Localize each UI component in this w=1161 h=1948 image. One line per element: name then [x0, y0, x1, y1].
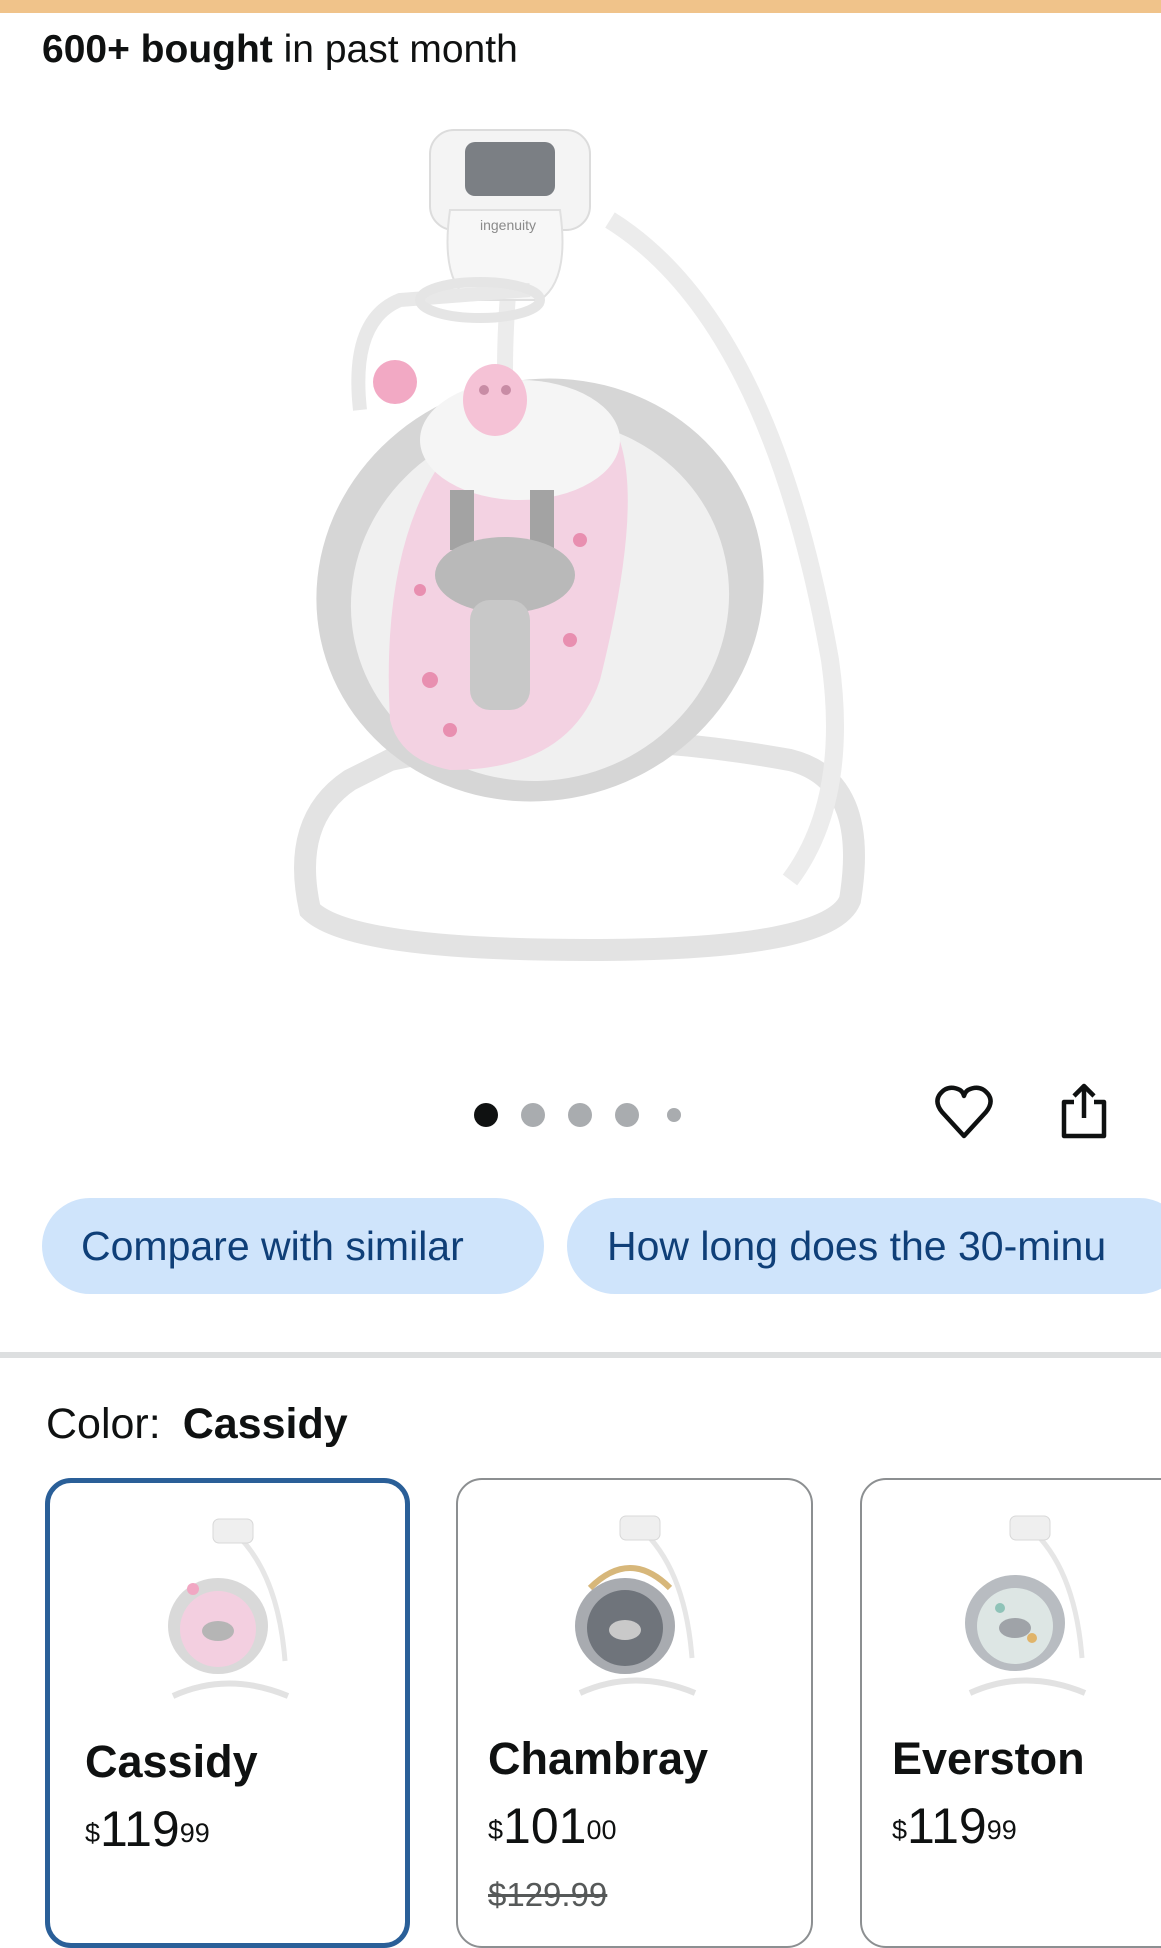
pagination-dot-5[interactable]: [667, 1108, 681, 1122]
question-chip[interactable]: How long does the 30-minu: [567, 1198, 1161, 1294]
swing-thumbnail: [50, 1511, 405, 1711]
price-cents: 00: [586, 1815, 617, 1845]
price-dollars: 101: [503, 1798, 587, 1854]
bought-period: in past month: [272, 28, 518, 71]
option-price: $11999: [85, 1801, 210, 1857]
heart-icon[interactable]: [932, 1080, 996, 1144]
product-main-image[interactable]: ingenuity: [270, 120, 900, 1000]
option-name: Chambray: [488, 1733, 709, 1784]
pagination-dot-1[interactable]: [474, 1103, 498, 1127]
section-divider: [0, 1352, 1161, 1358]
compare-with-similar-chip[interactable]: Compare with similar: [42, 1198, 544, 1294]
price-currency: $: [85, 1818, 101, 1848]
bought-in-past-month: 600+ bought in past month: [42, 26, 518, 74]
price-cents: 99: [179, 1818, 210, 1848]
brand-text: ingenuity: [480, 217, 536, 233]
option-price: $11999: [892, 1798, 1017, 1854]
color-selector-label: Color: Cassidy: [46, 1398, 348, 1450]
pagination-dot-4[interactable]: [615, 1103, 639, 1127]
color-option-cassidy[interactable]: Cassidy $11999: [45, 1478, 410, 1948]
option-name: Cassidy: [85, 1736, 258, 1787]
top-accent-bar: [0, 0, 1161, 13]
price-cents: 99: [986, 1815, 1017, 1845]
baby-swing-illustration: ingenuity: [294, 129, 865, 962]
pagination-dot-2[interactable]: [521, 1103, 545, 1127]
list-price: $129.99: [488, 1876, 608, 1913]
swing-thumbnail: [862, 1508, 1161, 1708]
share-icon[interactable]: [1052, 1080, 1116, 1144]
price-currency: $: [488, 1815, 504, 1845]
selected-color-value: Cassidy: [182, 1400, 348, 1448]
option-name: Everston: [892, 1733, 1085, 1784]
price-dollars: 119: [907, 1798, 987, 1854]
color-option-chambray[interactable]: Chambray $10100 $129.99: [456, 1478, 813, 1948]
bought-count: 600+ bought: [42, 28, 273, 71]
pagination-dot-3[interactable]: [568, 1103, 592, 1127]
price-currency: $: [892, 1815, 908, 1845]
color-label-text: Color:: [46, 1400, 161, 1448]
swing-thumbnail: [458, 1508, 811, 1708]
color-option-everston[interactable]: Everston $11999: [860, 1478, 1161, 1948]
price-dollars: 119: [100, 1801, 180, 1857]
option-price: $10100: [488, 1798, 617, 1854]
